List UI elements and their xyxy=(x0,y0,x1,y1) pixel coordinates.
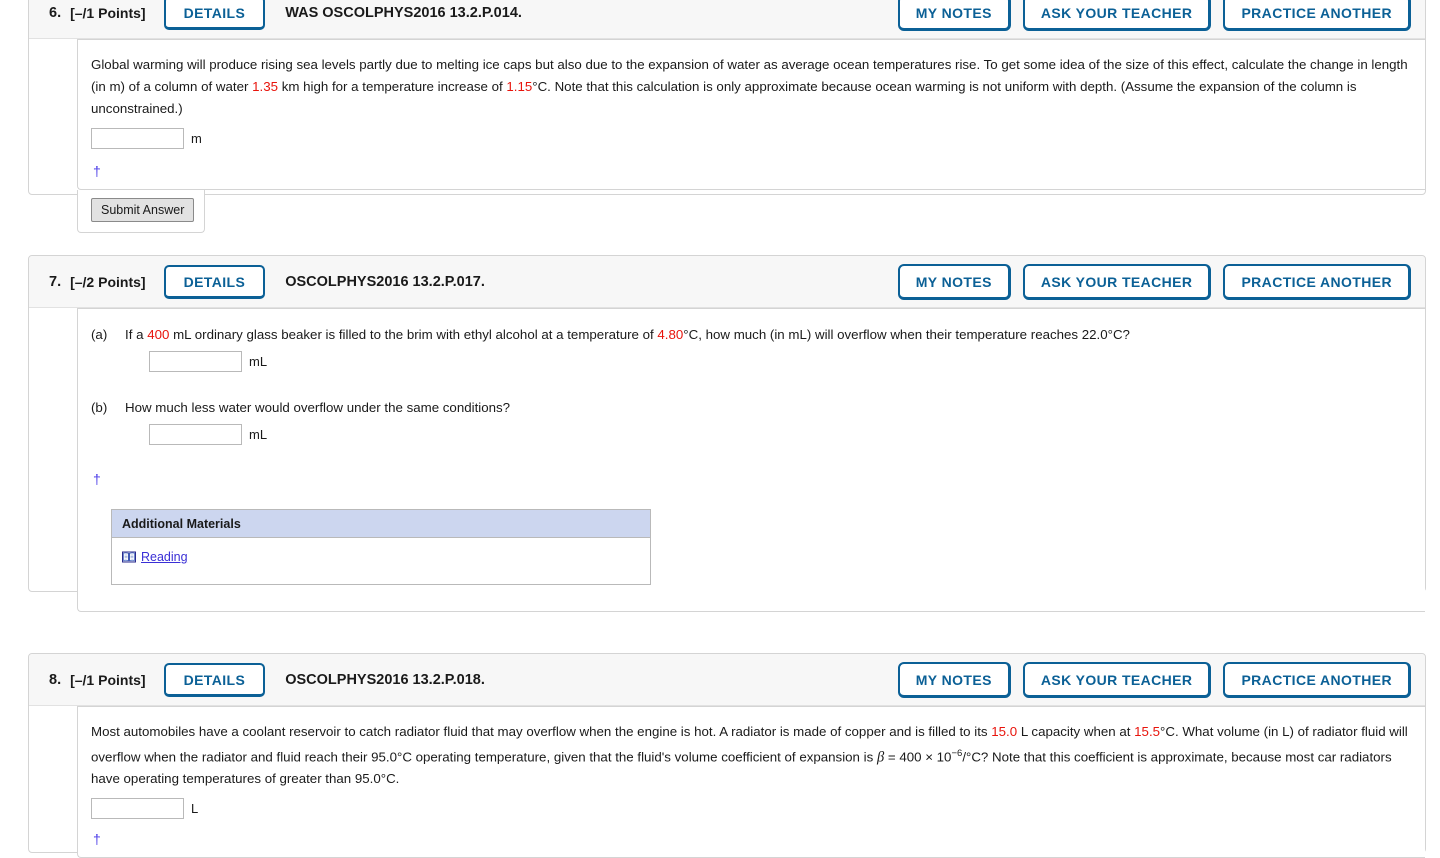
part-content: If a 400 mL ordinary glass beaker is fil… xyxy=(125,325,1409,372)
prompt-segment: km high for a temperature increase of xyxy=(278,79,507,94)
part-segment: mL ordinary glass beaker is filled to th… xyxy=(169,327,658,342)
answer-input[interactable] xyxy=(149,351,242,372)
ask-your-teacher-button[interactable]: ASK YOUR TEACHER xyxy=(1022,263,1212,300)
question-content-box-6: Global warming will produce rising sea l… xyxy=(77,39,1425,190)
header-actions-6: MY NOTES ASK YOUR TEACHER PRACTICE ANOTH… xyxy=(897,0,1411,31)
question-code: OSCOLPHYS2016 13.2.P.017. xyxy=(285,273,485,290)
book-icon xyxy=(122,551,136,563)
my-notes-button[interactable]: MY NOTES xyxy=(897,0,1011,31)
prompt-segment: Most automobiles have a coolant reservoi… xyxy=(91,724,992,739)
header-actions-8: MY NOTES ASK YOUR TEACHER PRACTICE ANOTH… xyxy=(897,661,1411,698)
part-segment: °C, how much (in mL) will overflow when … xyxy=(683,327,1130,342)
question-body-8: Most automobiles have a coolant reservoi… xyxy=(29,706,1425,858)
ask-your-teacher-button[interactable]: ASK YOUR TEACHER xyxy=(1022,0,1212,31)
dagger-hint-icon[interactable]: † xyxy=(93,471,105,487)
question-card-7: 7. [–/2 Points] DETAILS OSCOLPHYS2016 13… xyxy=(28,255,1426,612)
part-text: If a 400 mL ordinary glass beaker is fil… xyxy=(125,325,1409,345)
answer-input[interactable] xyxy=(149,424,242,445)
part-label: (a) xyxy=(91,327,108,342)
question-number: 8. xyxy=(49,671,62,688)
question-body-6: Global warming will produce rising sea l… xyxy=(29,39,1425,233)
part-label: (b) xyxy=(91,400,108,415)
question-code: OSCOLPHYS2016 13.2.P.018. xyxy=(285,671,485,688)
prompt-value-1: 1.35 xyxy=(252,79,278,94)
my-notes-button[interactable]: MY NOTES xyxy=(897,661,1011,698)
question-content-box-8: Most automobiles have a coolant reservoi… xyxy=(77,706,1425,858)
part-value-2: 4.80 xyxy=(657,327,684,342)
my-notes-button[interactable]: MY NOTES xyxy=(897,263,1011,300)
answer-row-7a: mL xyxy=(149,351,1409,372)
prompt-value-2: 1.15 xyxy=(506,79,533,94)
dagger-hint-icon[interactable]: † xyxy=(93,163,105,179)
answer-unit: m xyxy=(191,131,202,146)
additional-materials-body: Reading xyxy=(112,538,650,584)
part-segment: If a xyxy=(125,327,148,342)
answer-input[interactable] xyxy=(91,798,184,820)
question-prompt-8: Most automobiles have a coolant reservoi… xyxy=(91,721,1409,790)
question-header-8: 8. [–/1 Points] DETAILS OSCOLPHYS2016 13… xyxy=(29,654,1425,706)
submit-wrapper-6: Submit Answer xyxy=(77,190,205,233)
question-points: [–/1 Points] xyxy=(70,671,146,688)
question-card-8: 8. [–/1 Points] DETAILS OSCOLPHYS2016 13… xyxy=(28,653,1426,858)
question-number: 6. xyxy=(49,4,62,21)
prompt-value-1: 15.0 xyxy=(991,724,1018,739)
answer-row-7b: mL xyxy=(149,424,1409,445)
answer-input[interactable] xyxy=(91,128,184,149)
prompt-segment: = 400 × 10 xyxy=(884,749,952,765)
question-number: 7. xyxy=(49,273,62,290)
details-button[interactable]: DETAILS xyxy=(163,264,266,299)
submit-answer-button[interactable]: Submit Answer xyxy=(91,198,195,222)
additional-materials-panel: Additional Materials Reading xyxy=(111,509,651,585)
question-body-7: (a) If a 400 mL ordinary glass beaker is… xyxy=(29,308,1425,612)
answer-row-8: L xyxy=(91,798,1409,820)
details-button[interactable]: DETAILS xyxy=(163,0,266,30)
practice-another-button[interactable]: PRACTICE ANOTHER xyxy=(1223,0,1411,31)
question-prompt-6: Global warming will produce rising sea l… xyxy=(91,54,1409,120)
header-actions-7: MY NOTES ASK YOUR TEACHER PRACTICE ANOTH… xyxy=(897,263,1411,300)
details-button[interactable]: DETAILS xyxy=(163,662,266,697)
part-text: How much less water would overflow under… xyxy=(125,400,511,415)
prompt-segment: L capacity when at xyxy=(1017,724,1135,739)
question-points: [–/1 Points] xyxy=(70,4,146,21)
question-points: [–/2 Points] xyxy=(70,273,146,290)
part-content: How much less water would overflow under… xyxy=(125,398,1409,445)
practice-another-button[interactable]: PRACTICE ANOTHER xyxy=(1223,263,1411,300)
ask-your-teacher-button[interactable]: ASK YOUR TEACHER xyxy=(1022,661,1212,698)
question-content-box-7: (a) If a 400 mL ordinary glass beaker is… xyxy=(77,308,1425,612)
answer-unit: mL xyxy=(249,354,268,369)
question-code: WAS OSCOLPHYS2016 13.2.P.014. xyxy=(285,4,522,21)
additional-materials-title: Additional Materials xyxy=(112,510,650,538)
prompt-value-2: 15.5 xyxy=(1134,724,1161,739)
question-part-a: (a) If a 400 mL ordinary glass beaker is… xyxy=(91,325,1409,372)
practice-another-button[interactable]: PRACTICE ANOTHER xyxy=(1223,661,1411,698)
question-card-6: 6. [–/1 Points] DETAILS WAS OSCOLPHYS201… xyxy=(28,0,1426,233)
exponent: −6 xyxy=(951,748,963,759)
dagger-hint-icon[interactable]: † xyxy=(93,831,105,847)
answer-row-6: m xyxy=(91,128,1409,149)
answer-unit: L xyxy=(191,801,199,817)
part-value-1: 400 xyxy=(147,327,170,342)
reading-link[interactable]: Reading xyxy=(122,550,188,564)
question-header-6: 6. [–/1 Points] DETAILS WAS OSCOLPHYS201… xyxy=(29,0,1425,39)
answer-unit: mL xyxy=(249,427,268,442)
question-header-7: 7. [–/2 Points] DETAILS OSCOLPHYS2016 13… xyxy=(29,256,1425,308)
question-part-b: (b) How much less water would overflow u… xyxy=(91,398,1409,445)
reading-link-label: Reading xyxy=(141,550,188,564)
